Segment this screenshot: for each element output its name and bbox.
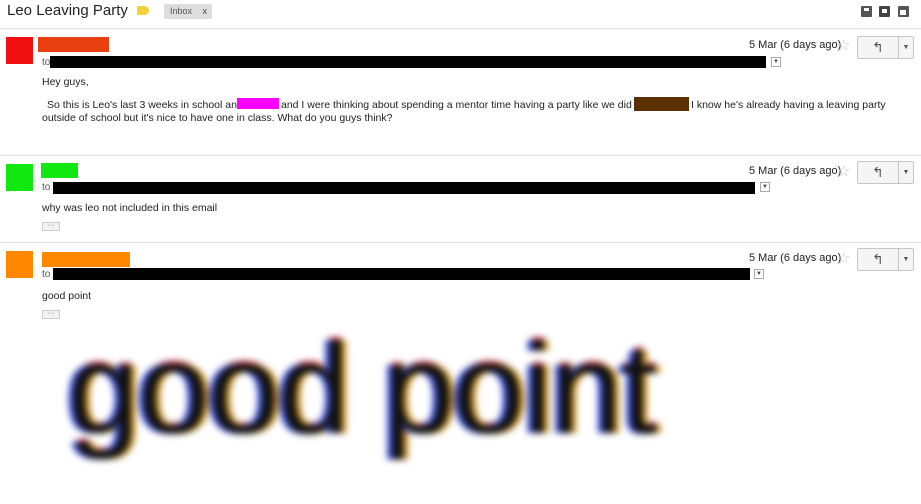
new-window-icon[interactable] (898, 6, 909, 17)
label-tag-icon[interactable] (137, 6, 149, 15)
body-line-1a: So this is Leo's last 3 weeks in school … (47, 99, 243, 111)
print-icon[interactable] (879, 6, 890, 17)
divider (0, 28, 921, 29)
recipients-redacted (53, 268, 750, 280)
inbox-label-text: Inbox (170, 6, 193, 16)
message-date: 5 Mar (6 days ago) (749, 165, 842, 177)
body-line-1c: I know he's already having a leaving par… (691, 99, 886, 111)
download-icon[interactable] (861, 6, 872, 17)
message-body: why was leo not included in this email (42, 202, 218, 214)
details-dropdown[interactable]: ▼ (771, 57, 781, 67)
zoomed-caption: good point (68, 318, 657, 461)
body-line-2: outside of school but it's nice to have … (42, 112, 393, 124)
message-date: 5 Mar (6 days ago) (749, 39, 842, 51)
more-options-button[interactable]: ▼ (899, 162, 913, 183)
sender-name-redacted[interactable] (38, 37, 109, 52)
details-dropdown[interactable]: ▼ (760, 182, 770, 192)
reply-button-group: ↰ ▼ (857, 248, 914, 271)
remove-label-button[interactable]: x (203, 4, 208, 19)
avatar (6, 251, 33, 278)
name-redacted (634, 97, 689, 111)
divider (0, 155, 921, 156)
avatar (6, 164, 33, 191)
show-trimmed-content-button[interactable]: ··· (42, 310, 60, 319)
star-icon[interactable]: ☆ (837, 251, 850, 266)
message-date: 5 Mar (6 days ago) (749, 252, 842, 264)
greeting-text: Hey guys, (42, 76, 89, 88)
thread-subject: Leo Leaving Party (7, 2, 128, 19)
reply-button-group: ↰ ▼ (857, 161, 914, 184)
divider (0, 242, 921, 243)
more-options-button[interactable]: ▼ (899, 37, 913, 58)
reply-button[interactable]: ↰ (858, 37, 899, 58)
sender-name-redacted[interactable] (41, 163, 78, 178)
recipients-redacted (53, 182, 755, 194)
star-icon[interactable]: ☆ (837, 164, 850, 179)
name-redacted (237, 98, 279, 109)
star-icon[interactable]: ☆ (837, 38, 850, 53)
reply-button[interactable]: ↰ (858, 162, 899, 183)
recipients-redacted (50, 56, 766, 68)
to-label: to (42, 269, 51, 280)
to-label: to (42, 182, 51, 193)
more-options-button[interactable]: ▼ (899, 249, 913, 270)
avatar (6, 37, 33, 64)
sender-name-redacted[interactable] (42, 252, 130, 267)
message-body: good point (42, 290, 92, 302)
show-trimmed-content-button[interactable]: ··· (42, 222, 60, 231)
body-line-1b: and I were thinking about spending a men… (281, 99, 647, 111)
thread-header: Leo Leaving Party Inbox x (0, 0, 921, 26)
inbox-label-chip[interactable]: Inbox x (164, 4, 212, 19)
reply-button-group: ↰ ▼ (857, 36, 914, 59)
details-dropdown[interactable]: ▼ (754, 269, 764, 279)
reply-button[interactable]: ↰ (858, 249, 899, 270)
